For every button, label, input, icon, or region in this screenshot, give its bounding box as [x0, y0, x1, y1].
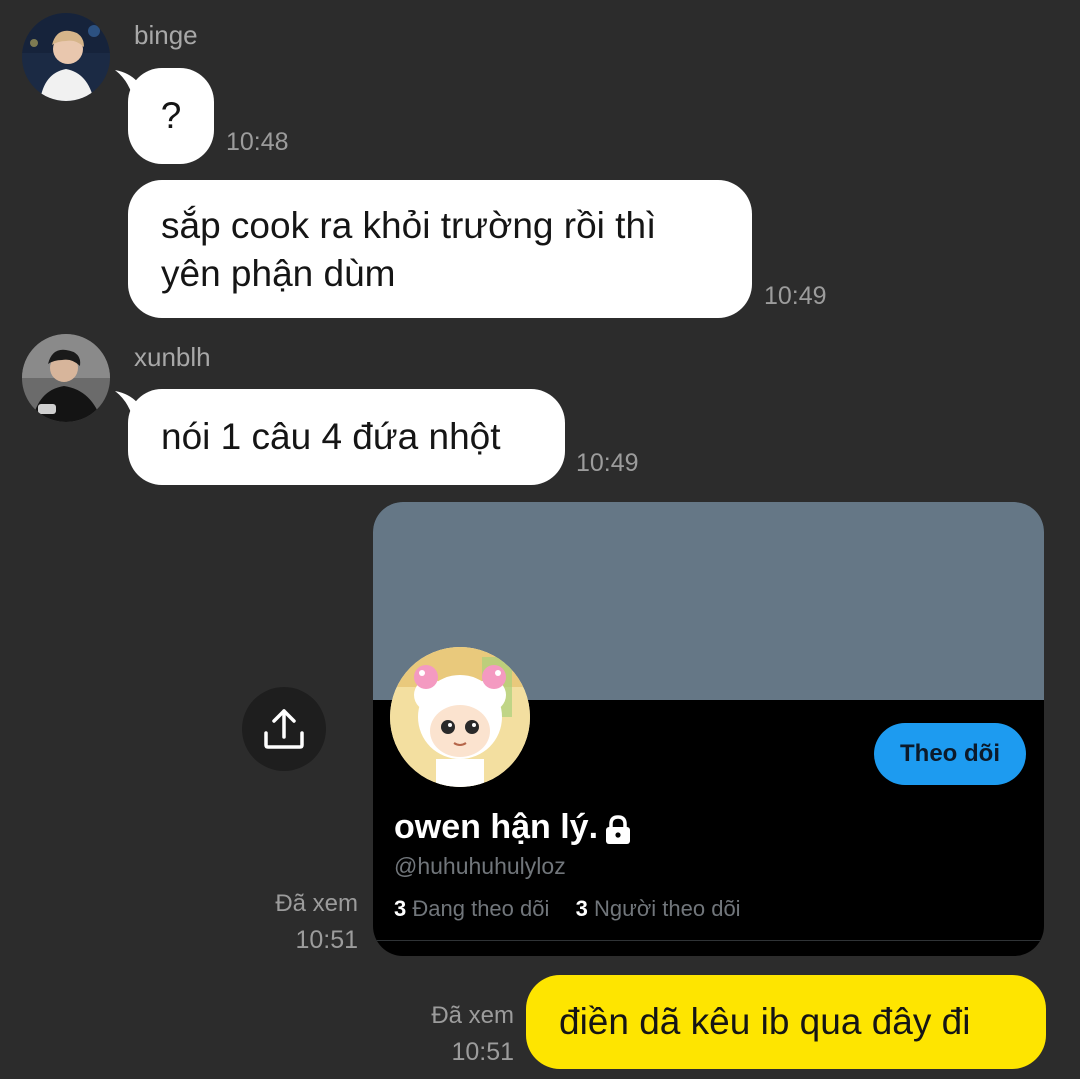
message-time: 10:49: [764, 282, 827, 310]
profile-handle: @huhuhuhulyloz: [394, 853, 566, 879]
followers-count: 3: [575, 896, 588, 921]
lock-icon: [606, 814, 631, 844]
message-text-line: sắp cook ra khỏi trường rồi thì: [161, 205, 657, 246]
avatar-xunblh[interactable]: [22, 334, 110, 422]
follow-button[interactable]: Theo dõi: [874, 723, 1026, 785]
following-label: Đang theo dõi: [412, 896, 550, 921]
card-divider: [373, 940, 1044, 941]
seen-label: Đã xem: [431, 1002, 514, 1029]
message-bubble[interactable]: sắp cook ra khỏi trường rồi thì yên phận…: [128, 180, 752, 318]
message-text-line: yên phận dùm: [161, 253, 396, 294]
avatar-binge[interactable]: [22, 13, 110, 101]
message-text: nói 1 câu 4 đứa nhột: [161, 416, 501, 457]
following-count: 3: [394, 896, 407, 921]
message-bubble-own[interactable]: điền dã kêu ib qua đây đi: [526, 975, 1046, 1069]
share-upload-icon: [264, 709, 304, 749]
profile-name-row: owen hận lý.: [394, 808, 632, 847]
seen-status: Đã xem 10:51: [380, 998, 514, 1070]
profile-stats: 3 Đang theo dõi 3 Người theo dõi: [394, 896, 741, 922]
sender-name: binge: [134, 20, 198, 50]
message-text: điền dã kêu ib qua đây đi: [559, 1001, 971, 1042]
share-button[interactable]: [242, 687, 326, 771]
message-bubble[interactable]: ?: [128, 68, 214, 164]
sender-name: xunblh: [134, 342, 211, 372]
message-time: 10:49: [576, 449, 639, 477]
followers-label: Người theo dõi: [594, 896, 741, 921]
seen-time: 10:51: [295, 926, 358, 954]
seen-label: Đã xem: [275, 890, 358, 917]
profile-avatar[interactable]: [390, 647, 530, 787]
message-bubble[interactable]: nói 1 câu 4 đứa nhột: [128, 389, 565, 485]
message-time: 10:48: [226, 128, 289, 156]
message-text: ?: [160, 95, 182, 136]
shared-profile-card[interactable]: Theo dõi owen hận lý. @huhuhuhulyloz 3 Đ…: [373, 502, 1044, 956]
seen-time: 10:51: [451, 1038, 514, 1066]
seen-status: Đã xem 10:51: [200, 886, 358, 958]
profile-display-name: owen hận lý.: [394, 808, 599, 846]
